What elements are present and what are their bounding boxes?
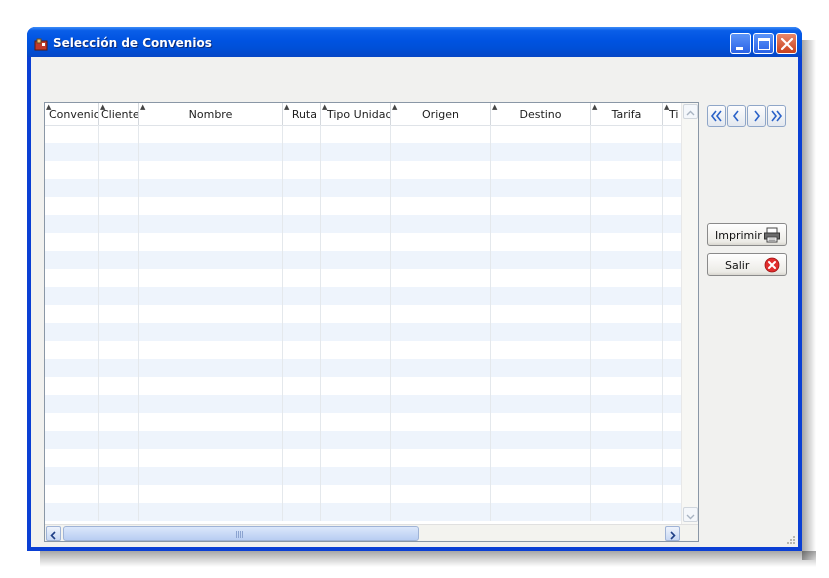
minimize-button[interactable] xyxy=(730,33,751,54)
column-divider xyxy=(590,125,591,521)
column-header-destino[interactable]: ▲ Destino xyxy=(491,103,591,125)
window-client-area: ▲ Convenio ▲ Cliente ▲ Nombre ▲ Ruta ▲ T… xyxy=(31,57,798,547)
table-row[interactable] xyxy=(45,467,681,485)
resize-grip-icon[interactable] xyxy=(786,535,796,545)
title-bar[interactable]: Selección de Convenios xyxy=(27,27,802,57)
close-button[interactable] xyxy=(776,33,797,54)
convenios-table[interactable]: ▲ Convenio ▲ Cliente ▲ Nombre ▲ Ruta ▲ T… xyxy=(44,102,699,542)
column-header-origen[interactable]: ▲ Origen xyxy=(391,103,491,125)
table-header: ▲ Convenio ▲ Cliente ▲ Nombre ▲ Ruta ▲ T… xyxy=(45,103,681,126)
horizontal-scrollbar[interactable] xyxy=(45,524,698,541)
table-row[interactable] xyxy=(45,179,681,197)
column-divider xyxy=(662,125,663,521)
column-header-ruta[interactable]: ▲ Ruta xyxy=(283,103,321,125)
column-divider xyxy=(138,125,139,521)
column-header-tarifa[interactable]: ▲ Tarifa xyxy=(591,103,663,125)
vertical-scrollbar[interactable] xyxy=(681,103,698,524)
close-icon xyxy=(780,37,794,51)
next-page-button[interactable] xyxy=(747,105,766,127)
table-row[interactable] xyxy=(45,485,681,503)
previous-page-button[interactable] xyxy=(727,105,746,127)
table-row[interactable] xyxy=(45,233,681,251)
last-page-icon xyxy=(771,110,783,122)
convenios-window: Selección de Convenios ▲ Convenio ▲ Clie… xyxy=(27,27,802,551)
chevron-right-icon xyxy=(670,531,676,540)
table-row[interactable] xyxy=(45,251,681,269)
print-button[interactable]: Imprimir xyxy=(707,223,787,246)
printer-icon xyxy=(764,227,780,243)
window-shadow-right xyxy=(802,40,816,560)
chevron-up-icon xyxy=(686,110,695,116)
column-divider xyxy=(282,125,283,521)
column-divider xyxy=(320,125,321,521)
last-page-button[interactable] xyxy=(767,105,786,127)
column-header-nombre[interactable]: ▲ Nombre xyxy=(139,103,283,125)
table-row[interactable] xyxy=(45,341,681,359)
scroll-up-button[interactable] xyxy=(683,104,698,119)
window-title: Selección de Convenios xyxy=(53,36,212,50)
maximize-icon xyxy=(758,38,770,50)
table-row[interactable] xyxy=(45,143,681,161)
table-row[interactable] xyxy=(45,413,681,431)
table-row[interactable] xyxy=(45,197,681,215)
table-row[interactable] xyxy=(45,269,681,287)
grip-icon xyxy=(236,531,244,538)
scroll-down-button[interactable] xyxy=(683,507,698,522)
scroll-right-button[interactable] xyxy=(665,526,680,541)
minimize-icon xyxy=(736,47,743,50)
window-shadow-bottom xyxy=(40,551,816,567)
horizontal-scroll-thumb[interactable] xyxy=(63,526,419,541)
table-row[interactable] xyxy=(45,287,681,305)
table-row[interactable] xyxy=(45,215,681,233)
first-page-icon xyxy=(710,110,722,122)
table-body[interactable] xyxy=(45,125,681,521)
exit-button[interactable]: Salir xyxy=(707,253,787,276)
table-row[interactable] xyxy=(45,377,681,395)
app-icon xyxy=(34,36,48,51)
column-header-ti[interactable]: ▲ Ti xyxy=(663,103,681,125)
first-page-button[interactable] xyxy=(707,105,726,127)
table-row[interactable] xyxy=(45,161,681,179)
maximize-button[interactable] xyxy=(753,33,774,54)
table-row[interactable] xyxy=(45,431,681,449)
next-page-icon xyxy=(754,110,761,122)
chevron-down-icon xyxy=(686,514,695,520)
table-row[interactable] xyxy=(45,359,681,377)
column-divider xyxy=(98,125,99,521)
table-row[interactable] xyxy=(45,305,681,323)
column-header-tipo-unidad[interactable]: ▲ Tipo Unidad xyxy=(321,103,391,125)
table-row[interactable] xyxy=(45,395,681,413)
scroll-left-button[interactable] xyxy=(46,526,61,541)
cancel-icon xyxy=(764,257,780,273)
column-divider xyxy=(490,125,491,521)
column-header-cliente[interactable]: ▲ Cliente xyxy=(99,103,139,125)
column-divider xyxy=(390,125,391,521)
table-row[interactable] xyxy=(45,323,681,341)
previous-page-icon xyxy=(732,110,739,122)
table-row[interactable] xyxy=(45,125,681,143)
table-row[interactable] xyxy=(45,503,681,521)
column-header-convenio[interactable]: ▲ Convenio xyxy=(45,103,99,125)
table-row[interactable] xyxy=(45,449,681,467)
chevron-left-icon xyxy=(50,531,56,540)
